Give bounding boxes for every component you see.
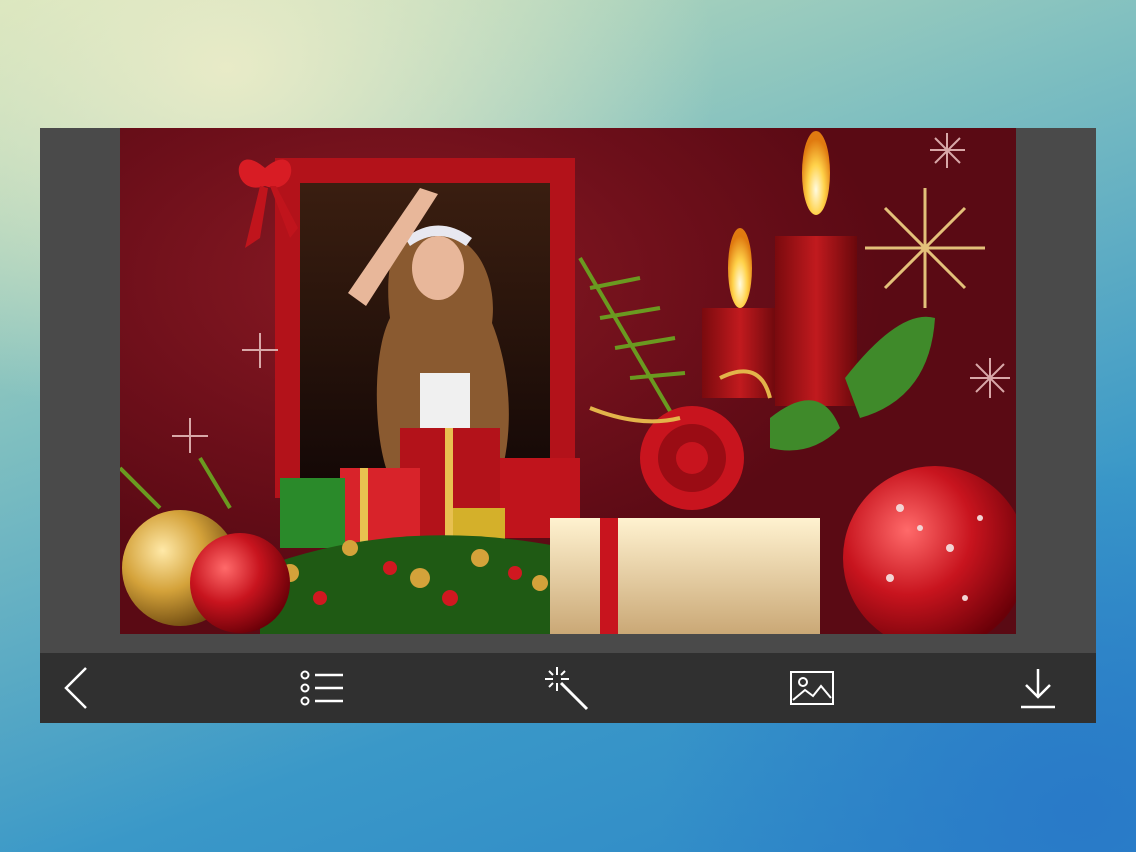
red-bauble-left xyxy=(190,533,290,633)
candle-right xyxy=(775,236,857,406)
magic-wand-icon xyxy=(545,667,589,711)
cream-gift-box xyxy=(550,518,820,634)
list-icon xyxy=(300,670,343,706)
effects-button[interactable] xyxy=(542,665,590,711)
photo-canvas[interactable] xyxy=(120,128,1016,634)
editor-frame xyxy=(40,128,1096,723)
christmas-frame-artwork xyxy=(120,131,1016,634)
back-button[interactable] xyxy=(52,665,100,711)
snowflake-decoration xyxy=(865,188,985,308)
download-icon xyxy=(1021,669,1055,709)
list-button[interactable] xyxy=(298,665,346,711)
image-icon xyxy=(790,671,834,705)
gallery-button[interactable] xyxy=(788,665,836,711)
bottom-toolbar xyxy=(40,653,1096,723)
download-button[interactable] xyxy=(1014,665,1062,711)
red-bauble-right xyxy=(843,466,1016,634)
back-chevron-icon xyxy=(64,667,87,709)
